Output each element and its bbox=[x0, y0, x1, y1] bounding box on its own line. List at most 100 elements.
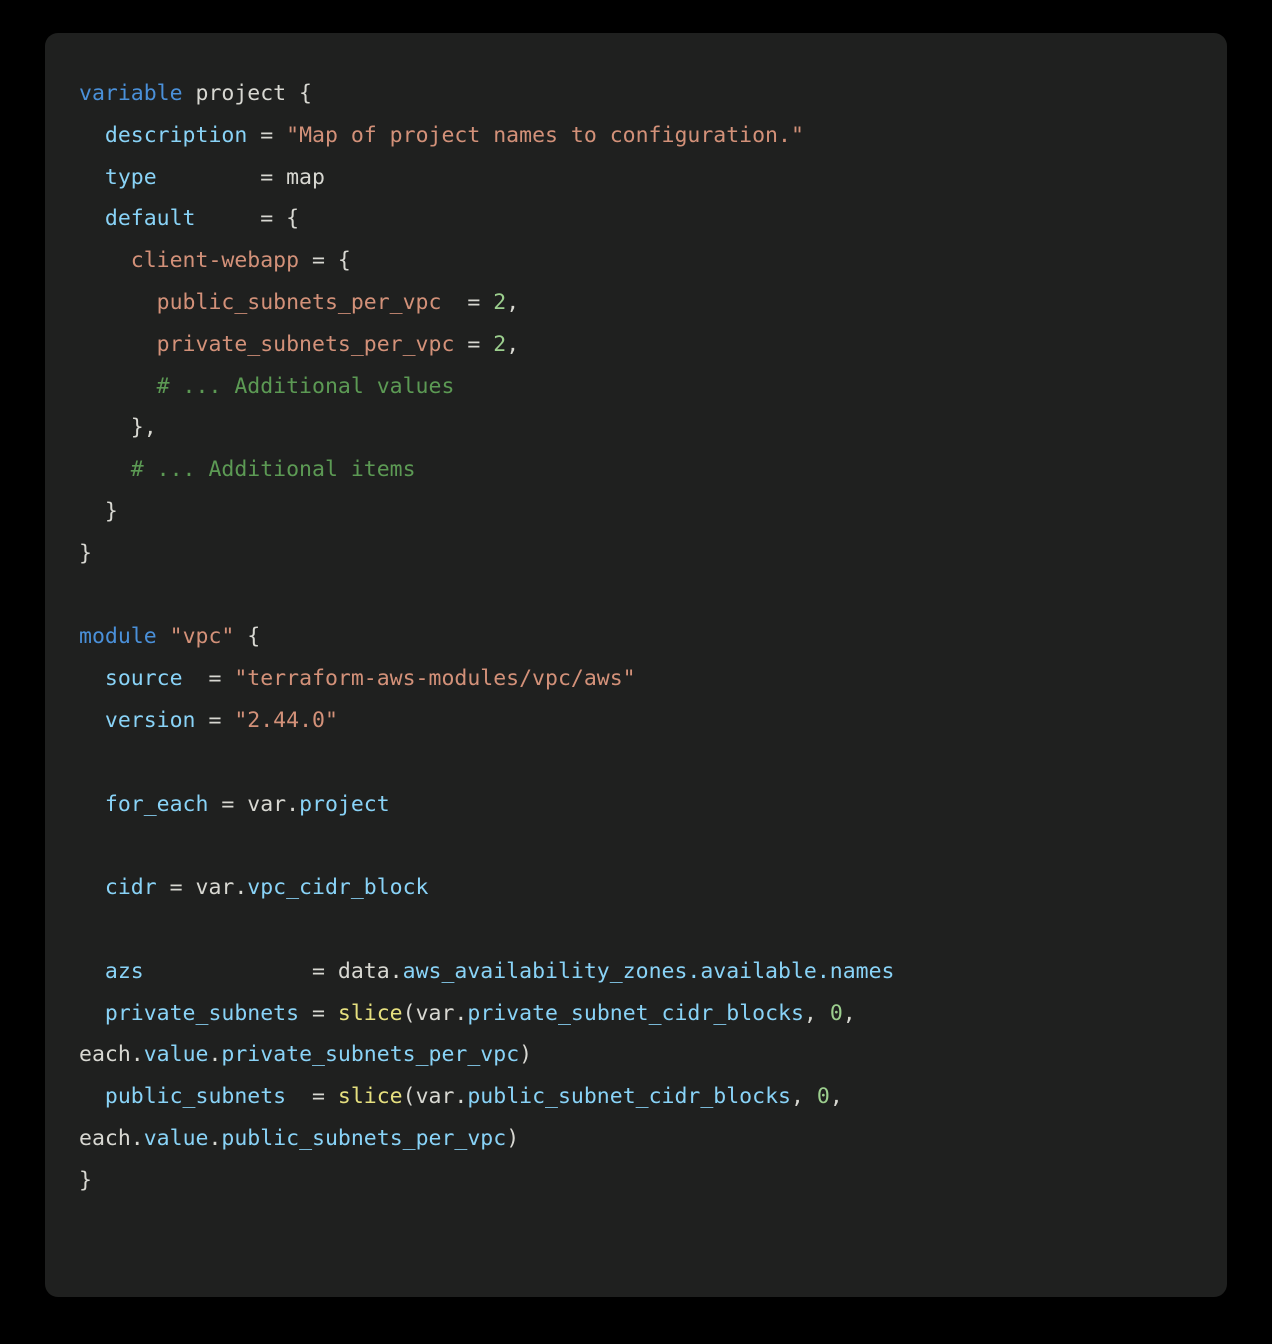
code-token-plain: . bbox=[208, 1125, 222, 1151]
code-token-number: 2 bbox=[493, 331, 507, 357]
code-token-function: slice bbox=[337, 1000, 403, 1026]
code-token-identifier: private_subnets_per_vpc bbox=[221, 1042, 520, 1068]
code-token-plain: }, bbox=[79, 415, 157, 441]
code-token-attribute: version bbox=[104, 707, 196, 733]
code-content[interactable]: variable project { description = "Map of… bbox=[79, 73, 1193, 1202]
code-token-plain: = bbox=[182, 666, 235, 692]
code-line: azs = data.aws_availability_zones.availa… bbox=[79, 959, 895, 984]
code-token-plain: = map bbox=[156, 164, 325, 190]
code-line: module "vpc" { bbox=[79, 624, 260, 649]
code-token-string: private_subnets_per_vpc bbox=[156, 331, 455, 357]
code-line: } bbox=[79, 541, 92, 566]
code-line: cidr = var.vpc_cidr_block bbox=[79, 875, 429, 900]
code-token-identifier: value bbox=[143, 1125, 209, 1151]
code-token-plain: = bbox=[286, 1084, 338, 1110]
code-token-number: 0 bbox=[816, 1084, 830, 1110]
code-token-identifier: vpc_cidr_block bbox=[247, 875, 429, 901]
code-token-plain: = { bbox=[195, 206, 300, 232]
code-line: # ... Additional values bbox=[79, 373, 455, 399]
code-token-plain: , bbox=[506, 331, 520, 357]
code-line: public_subnets = slice(var.public_subnet… bbox=[79, 1084, 856, 1151]
code-line: client-webapp = { bbox=[79, 248, 351, 273]
code-token-attribute: default bbox=[104, 206, 196, 232]
code-token-string: "terraform-aws-modules/vpc/aws" bbox=[234, 666, 636, 692]
code-token-attribute: private_subnets bbox=[104, 1000, 300, 1026]
code-line: version = "2.44.0" bbox=[79, 708, 338, 733]
code-token-string: client-webapp bbox=[130, 248, 300, 274]
code-token-plain: = { bbox=[299, 248, 351, 274]
code-token-identifier: public_subnets_per_vpc bbox=[221, 1125, 507, 1151]
code-token-identifier: project bbox=[299, 791, 390, 817]
code-line: type = map bbox=[79, 165, 325, 190]
code-token-plain: } bbox=[79, 540, 92, 566]
code-line: default = { bbox=[79, 206, 299, 231]
code-token-plain: , bbox=[506, 289, 520, 315]
code-token-keyword: variable bbox=[79, 81, 183, 106]
code-token-plain: = bbox=[247, 122, 287, 148]
code-token-plain: = var. bbox=[208, 791, 300, 817]
code-token-string: "vpc" bbox=[169, 624, 235, 650]
code-token-identifier: private_subnet_cidr_blocks bbox=[467, 1000, 804, 1026]
code-line: source = "terraform-aws-modules/vpc/aws" bbox=[79, 666, 636, 691]
code-token-attribute: public_subnets bbox=[104, 1084, 287, 1110]
code-line: # ... Additional items bbox=[79, 457, 416, 482]
code-token-identifier: value bbox=[143, 1042, 209, 1068]
code-token-number: 0 bbox=[829, 1000, 843, 1026]
code-token-keyword: module bbox=[79, 624, 157, 650]
code-token-function: slice bbox=[337, 1084, 403, 1110]
code-token-plain: , bbox=[803, 1000, 830, 1026]
code-token-comment: # ... Additional values bbox=[156, 373, 455, 399]
code-token-plain: (var. bbox=[402, 1000, 468, 1026]
code-line: variable project { bbox=[79, 81, 312, 106]
code-token-identifier: aws_availability_zones.available.names bbox=[402, 958, 895, 984]
code-token-comment: # ... Additional items bbox=[130, 457, 416, 483]
code-token-plain: { bbox=[234, 624, 261, 650]
code-token-plain: = var. bbox=[156, 875, 248, 901]
code-line: private_subnets_per_vpc = 2, bbox=[79, 332, 519, 357]
code-token-plain: = data. bbox=[143, 958, 403, 984]
code-token-number: 2 bbox=[493, 289, 507, 315]
code-line: public_subnets_per_vpc = 2, bbox=[79, 290, 519, 315]
code-token-attribute: source bbox=[104, 666, 183, 692]
code-line: for_each = var.project bbox=[79, 792, 390, 817]
code-line: } bbox=[79, 499, 118, 524]
code-token-plain: } bbox=[79, 1167, 92, 1193]
code-line: private_subnets = slice(var.private_subn… bbox=[79, 1001, 869, 1068]
code-token-plain: = bbox=[195, 707, 235, 733]
code-token-plain: ) bbox=[519, 1042, 533, 1068]
code-token-attribute: description bbox=[104, 122, 248, 148]
code-token-string: "2.44.0" bbox=[234, 707, 338, 733]
code-line: }, bbox=[79, 415, 157, 440]
code-line: description = "Map of project names to c… bbox=[79, 123, 804, 148]
code-token-plain: (var. bbox=[402, 1084, 468, 1110]
code-token-plain: ) bbox=[506, 1125, 520, 1151]
code-block-card: variable project { description = "Map of… bbox=[45, 33, 1227, 1297]
code-token-plain: . bbox=[208, 1042, 222, 1068]
code-token-plain: = bbox=[454, 331, 494, 357]
code-token-attribute: cidr bbox=[104, 875, 157, 901]
code-token-identifier: public_subnet_cidr_blocks bbox=[467, 1084, 791, 1110]
code-token-plain: = bbox=[441, 289, 494, 315]
code-token-string: public_subnets_per_vpc bbox=[156, 289, 442, 315]
code-token-string: "Map of project names to configuration." bbox=[286, 122, 804, 148]
code-token-plain: } bbox=[79, 498, 118, 524]
code-token-plain: , bbox=[790, 1084, 817, 1110]
code-token-attribute: azs bbox=[104, 958, 144, 984]
code-token-plain: = bbox=[299, 1000, 338, 1026]
code-token-attribute: type bbox=[104, 164, 157, 190]
